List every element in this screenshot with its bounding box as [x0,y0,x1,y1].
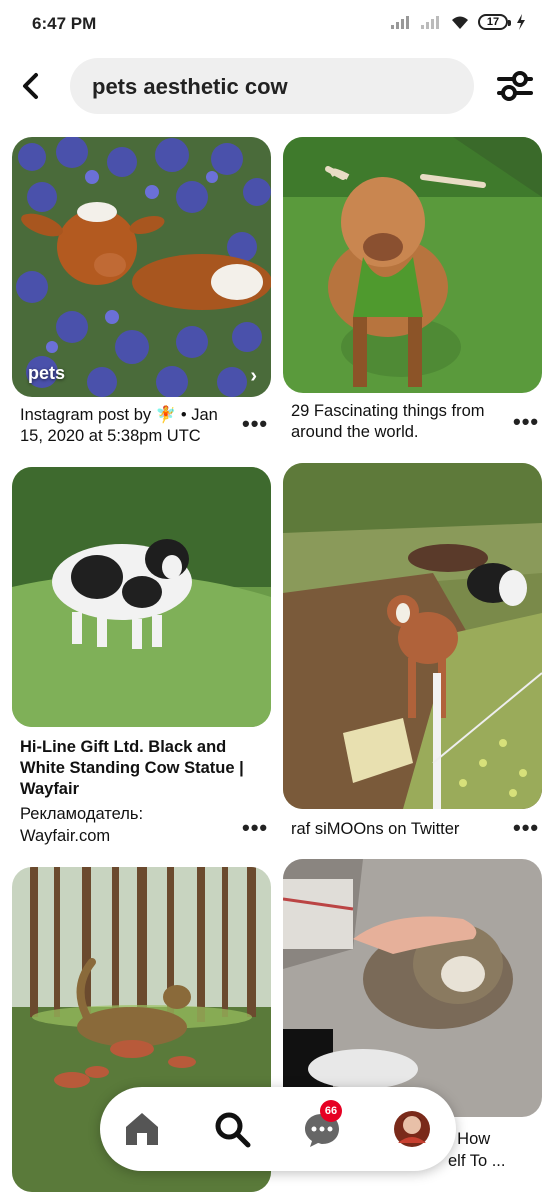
promoted-label: Рекламодатель: [20,805,144,823]
status-bar: 6:47 PM 17 [0,0,554,50]
back-arrow-icon[interactable] [18,70,46,102]
more-options-button[interactable]: ••• [242,413,268,435]
pin-image[interactable]: pets › [12,137,271,397]
wifi-icon [452,16,468,29]
chevron-right-icon[interactable]: › [250,365,257,388]
pin-title: raf siMOOns on Twitter [291,820,460,838]
search-header: pets aesthetic cow [0,58,554,114]
pin-title-partial-2: elf To ... [448,1152,506,1170]
pin-image[interactable] [283,137,542,393]
home-icon[interactable] [122,1109,162,1149]
signal-no-service-icon [421,16,439,29]
cat-petting-image [283,859,542,1117]
pin-image[interactable] [283,859,542,1117]
profile-avatar[interactable] [392,1109,432,1149]
board-label[interactable]: pets [28,363,65,384]
cow-statue-image [12,467,271,727]
pin-title: Hi-Line Gift Ltd. Black and White Standi… [20,738,244,798]
battery-icon: 17 [478,14,511,30]
calf-in-flowers-image [12,137,271,397]
pin-title: Instagram post by 🧚 • Jan 15, 2020 at 5:… [20,406,218,445]
calves-image [283,463,542,809]
more-options-button[interactable]: ••• [513,817,539,839]
highland-cow-image [283,137,542,393]
pin-title-partial: . How [448,1130,491,1148]
status-time: 6:47 PM [32,14,97,33]
signal-icon [391,16,409,29]
search-icon[interactable] [212,1109,252,1149]
status-icons: 17 [390,14,526,30]
search-input[interactable]: pets aesthetic cow [70,58,474,114]
pin-title: 29 Fascinating things from around the wo… [291,402,485,441]
notification-badge: 66 [320,1100,342,1122]
more-options-button[interactable]: ••• [242,817,268,839]
pin-image[interactable] [283,463,542,809]
filter-icon[interactable] [496,70,534,102]
charging-icon [517,14,525,30]
more-options-button[interactable]: ••• [513,411,539,433]
pin-image[interactable] [12,467,271,727]
promoted-by[interactable]: Wayfair.com [20,826,220,847]
search-query[interactable]: pets aesthetic cow [92,74,288,100]
bottom-navigation [100,1087,456,1171]
